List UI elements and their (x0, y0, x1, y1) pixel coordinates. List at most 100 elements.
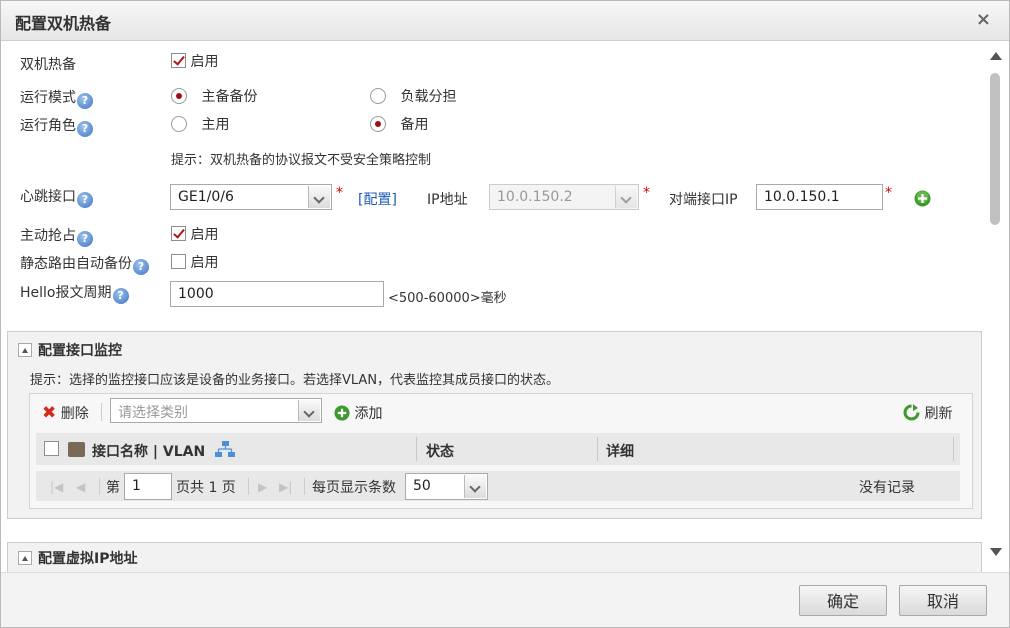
chevron-down-icon (615, 186, 637, 208)
run-mode-label-text: 运行模式 (20, 90, 76, 106)
radio-master[interactable] (171, 116, 187, 132)
interface-monitor-header[interactable]: 配置接口监控 (18, 340, 122, 360)
radio-backup-label: 备用 (400, 117, 429, 133)
heartbeat-label: 心跳接口? (20, 186, 93, 208)
help-icon[interactable]: ? (77, 121, 93, 137)
col-separator (953, 437, 954, 461)
refresh-button[interactable]: 刷新 (903, 403, 952, 423)
page-prefix: 第 (106, 480, 120, 496)
next-page-icon[interactable]: ▶ (258, 480, 267, 494)
cancel-button[interactable]: 取消 (899, 585, 987, 616)
scroll-thumb[interactable] (990, 73, 1000, 225)
add-button[interactable]: 添加 (334, 403, 382, 423)
run-role-label-text: 运行角色 (20, 118, 76, 134)
heartbeat-select-value: GE1/0/6 (178, 189, 234, 205)
hello-input[interactable]: 1000 (170, 281, 384, 307)
hot-standby-checkbox[interactable] (171, 53, 186, 68)
col-separator (597, 437, 598, 461)
run-role-option-backup[interactable]: 备用 (370, 114, 428, 134)
first-page-icon[interactable]: |◀ (50, 480, 63, 494)
add-icon[interactable] (914, 190, 931, 211)
col-status: 状态 (426, 444, 454, 460)
heartbeat-select[interactable]: GE1/0/6 (170, 184, 332, 210)
interface-monitor-panel: 配置接口监控 提示：选择的监控接口应该是设备的业务接口。若选择VLAN，代表监控… (7, 331, 982, 519)
pager-divider (99, 478, 100, 495)
peer-ip-label: 对端接口IP (669, 192, 738, 208)
interface-monitor-tip: 提示：选择的监控接口应该是设备的业务接口。若选择VLAN，代表监控其成员接口的状… (30, 373, 560, 388)
category-select[interactable]: 请选择类别 (110, 398, 322, 423)
static-route-checkbox[interactable] (171, 254, 186, 269)
required-mark: * (643, 185, 650, 201)
chevron-down-icon[interactable] (298, 400, 320, 421)
per-page-label: 每页显示条数 (312, 480, 396, 496)
help-icon[interactable]: ? (112, 288, 129, 304)
dialog-content: 双机热备 启用 运行模式? 主备备份 负载分担 运行角色? 主用 备用 提示：双… (1, 42, 985, 572)
ok-button[interactable]: 确定 (799, 585, 887, 616)
page-input[interactable]: 1 (124, 473, 172, 500)
dialog-titlebar: 配置双机热备 × (1, 1, 1009, 41)
help-icon[interactable]: ? (133, 259, 149, 275)
preempt-checkbox[interactable] (171, 226, 186, 241)
help-icon[interactable]: ? (77, 93, 93, 109)
scroll-up-icon[interactable] (990, 52, 1002, 60)
help-icon[interactable]: ? (77, 231, 93, 247)
virtual-ip-header[interactable]: 配置虚拟IP地址 (18, 548, 137, 568)
run-mode-option-active-standby[interactable]: 主备备份 (171, 86, 257, 106)
hot-standby-enable[interactable]: 启用 (171, 51, 218, 71)
last-page-icon[interactable]: ▶| (279, 480, 292, 494)
hot-standby-label: 双机热备 (20, 57, 76, 73)
radio-load-balance-label: 负载分担 (400, 89, 457, 105)
prev-page-icon[interactable]: ◀ (76, 480, 85, 494)
run-role-label: 运行角色? (20, 115, 93, 137)
category-placeholder: 请选择类别 (118, 405, 188, 421)
vertical-scrollbar[interactable] (986, 42, 1006, 572)
interface-icon (68, 442, 85, 457)
col-detail: 详细 (606, 444, 634, 460)
per-page-select[interactable]: 50 (405, 473, 488, 500)
static-route-label: 静态路由自动备份? (20, 253, 149, 275)
peer-ip-value: 10.0.150.1 (764, 189, 840, 205)
dialog-title: 配置双机热备 (15, 14, 112, 33)
collapse-icon[interactable] (18, 551, 32, 565)
pager-divider (304, 478, 305, 495)
radio-backup[interactable] (370, 116, 386, 132)
grid-header: 接口名称 | VLAN 状态 详细 (36, 433, 960, 465)
hello-value: 1000 (178, 286, 214, 302)
pager-divider (248, 478, 249, 495)
add-icon (334, 405, 350, 421)
static-route-label-text: 静态路由自动备份 (20, 256, 132, 272)
scroll-down-icon[interactable] (990, 548, 1002, 556)
required-mark: * (336, 185, 343, 201)
hot-standby-dialog: 配置双机热备 × 双机热备 启用 运行模式? 主备备份 负载分担 运行角色? 主… (0, 0, 1010, 628)
radio-active-standby-label: 主备备份 (201, 89, 258, 105)
hello-label: Hello报文周期? (20, 282, 129, 304)
close-icon[interactable]: × (976, 9, 991, 30)
config-link[interactable]: [配置] (358, 189, 397, 209)
collapse-icon[interactable] (18, 343, 32, 357)
delete-button[interactable]: ✖ 删除 (42, 403, 89, 423)
page-input-value: 1 (132, 478, 141, 494)
run-role-option-master[interactable]: 主用 (171, 114, 229, 134)
chevron-down-icon[interactable] (308, 186, 330, 208)
add-button-label: 添加 (354, 406, 383, 422)
preempt-enable[interactable]: 启用 (171, 224, 218, 244)
toolbar-divider (101, 403, 102, 421)
per-page-value: 50 (413, 478, 431, 494)
help-icon[interactable]: ? (77, 192, 93, 208)
dialog-footer: 确定 取消 (1, 572, 1009, 627)
col-separator (416, 437, 417, 461)
interface-monitor-grid: ✖ 删除 请选择类别 添加 刷新 接口名称 | VLAN 状态 详细 |◀ ◀ … (29, 393, 973, 509)
static-route-enable[interactable]: 启用 (171, 252, 218, 272)
refresh-icon (903, 404, 920, 421)
preempt-label-text: 主动抢占 (20, 228, 76, 244)
virtual-ip-panel: 配置虚拟IP地址 (7, 542, 982, 572)
col-interface: 接口名称 | VLAN (92, 444, 206, 460)
preempt-label: 主动抢占? (20, 225, 93, 247)
peer-ip-input[interactable]: 10.0.150.1 (756, 184, 883, 210)
radio-load-balance[interactable] (370, 88, 386, 104)
interface-monitor-title: 配置接口监控 (38, 343, 122, 359)
select-all-checkbox[interactable] (44, 441, 59, 458)
run-mode-option-load-balance[interactable]: 负载分担 (370, 86, 456, 106)
radio-active-standby[interactable] (171, 88, 187, 104)
chevron-down-icon[interactable] (464, 475, 486, 498)
